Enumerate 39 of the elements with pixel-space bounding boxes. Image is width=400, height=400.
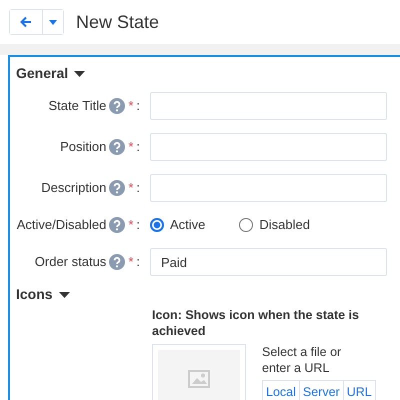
field-label: State Title [48, 97, 106, 116]
radio-option[interactable]: Disabled [239, 215, 310, 235]
dropdown-button[interactable] [42, 10, 63, 34]
label-colon: : [136, 253, 140, 272]
help-icon[interactable] [109, 217, 126, 233]
help-icon[interactable] [109, 139, 126, 155]
input-field[interactable] [150, 133, 387, 161]
help-icon[interactable] [109, 254, 126, 270]
radio-button[interactable] [239, 218, 254, 232]
required-mark: * [128, 216, 134, 234]
section-toggle[interactable]: General [16, 63, 86, 84]
caret-icon [74, 70, 86, 76]
radio-option[interactable]: Active [150, 215, 206, 235]
label-colon: : [136, 138, 140, 156]
required-mark: * [128, 97, 134, 116]
field-label: Icon: Shows icon when the state is achieved [152, 307, 360, 339]
back-arrow-icon [20, 16, 32, 28]
section-toggle[interactable]: Icons [16, 284, 70, 305]
required-mark: * [128, 138, 134, 156]
required-mark: * [128, 253, 134, 272]
hint-text: Select a file or enter a URL [262, 344, 342, 376]
input-field[interactable] [150, 174, 387, 202]
field-label: Order status [34, 253, 106, 272]
help-icon[interactable] [109, 180, 126, 196]
caret-icon [49, 20, 57, 24]
radio-button[interactable] [150, 218, 164, 232]
required-mark: * [128, 179, 134, 198]
image-icon [188, 370, 210, 388]
label-colon: : [136, 179, 140, 198]
help-icon[interactable] [109, 98, 126, 114]
label-colon: : [136, 216, 140, 234]
label-colon: : [136, 97, 140, 116]
caret-icon [58, 292, 70, 298]
field-label: Active/Disabled [16, 216, 106, 234]
input-field[interactable]: Paid [150, 248, 387, 276]
field-label: Position [60, 138, 106, 156]
field-label: Description [41, 179, 106, 198]
page-title: New State [76, 10, 160, 34]
input-field[interactable] [150, 92, 387, 120]
